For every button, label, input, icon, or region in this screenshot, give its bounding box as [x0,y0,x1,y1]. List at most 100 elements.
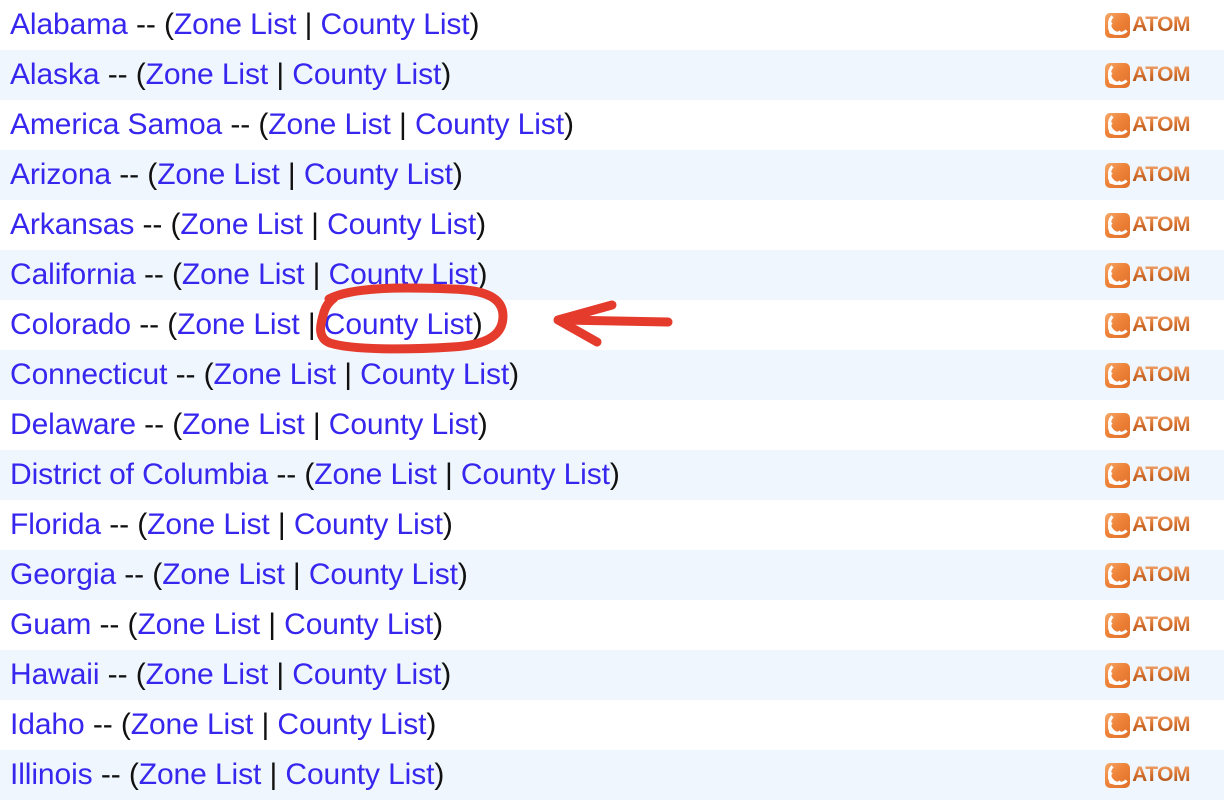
state-name-link[interactable]: America Samoa [10,108,222,141]
row-dash-separator: -- ( [134,208,181,241]
county-list-link[interactable]: County List [321,8,470,41]
county-list-link[interactable]: County List [284,608,433,641]
county-list-link[interactable]: County List [415,108,564,141]
zone-list-link[interactable]: Zone List [182,408,305,441]
atom-feed-link[interactable]: ATOM [1105,211,1190,238]
atom-feed-link[interactable]: ATOM [1105,11,1190,38]
county-list-link[interactable]: County List [294,508,443,541]
state-row-text: Illinois -- (Zone List | County List) [0,750,444,800]
state-name-link[interactable]: Alabama [10,8,128,41]
atom-label: ATOM [1132,513,1190,536]
state-name-link[interactable]: District of Columbia [10,458,268,491]
county-list-link[interactable]: County List [304,158,453,191]
zone-list-link[interactable]: Zone List [146,658,269,691]
county-list-link[interactable]: County List [324,308,473,341]
state-name-link[interactable]: Idaho [10,708,85,741]
zone-list-link[interactable]: Zone List [177,308,300,341]
row-dash-separator: -- ( [167,358,214,391]
state-name-link[interactable]: Hawaii [10,658,100,691]
atom-feed-cell: ATOM [1105,761,1190,788]
atom-feed-link[interactable]: ATOM [1105,661,1190,688]
atom-feed-link[interactable]: ATOM [1105,761,1190,788]
rss-feed-icon [1105,561,1132,588]
row-dash-separator: -- ( [135,408,183,441]
county-list-link[interactable]: County List [329,258,478,291]
county-list-link[interactable]: County List [327,208,476,241]
row-close-paren: ) [469,8,480,41]
zone-list-link[interactable]: Zone List [146,58,269,91]
atom-label: ATOM [1132,13,1190,36]
atom-label: ATOM [1132,763,1190,786]
zone-list-link[interactable]: Zone List [157,158,280,191]
atom-feed-link[interactable]: ATOM [1105,711,1190,738]
zone-list-link[interactable]: Zone List [139,758,262,791]
state-name-link[interactable]: Delaware [10,408,136,441]
atom-feed-cell: ATOM [1105,261,1190,288]
atom-feed-cell: ATOM [1105,11,1190,38]
atom-feed-link[interactable]: ATOM [1105,461,1190,488]
atom-feed-link[interactable]: ATOM [1105,311,1190,338]
state-name-link[interactable]: Georgia [10,558,116,591]
county-list-link[interactable]: County List [309,558,458,591]
row-dash-separator: -- ( [268,458,315,491]
atom-label: ATOM [1132,713,1190,736]
zone-list-link[interactable]: Zone List [174,8,297,41]
row-close-paren: ) [433,608,443,641]
rss-feed-icon [1105,311,1132,338]
table-row: Connecticut -- (Zone List | County List)… [0,350,1224,400]
zone-list-link[interactable]: Zone List [268,108,391,141]
county-list-link[interactable]: County List [461,458,610,491]
atom-feed-cell: ATOM [1105,711,1190,738]
row-pipe-separator: | [284,558,309,591]
county-list-link[interactable]: County List [329,408,478,441]
row-dash-separator: -- ( [116,558,163,591]
atom-feed-link[interactable]: ATOM [1105,111,1190,138]
state-name-link[interactable]: Colorado [10,308,131,341]
zone-list-link[interactable]: Zone List [314,458,437,491]
atom-feed-link[interactable]: ATOM [1105,511,1190,538]
state-name-link[interactable]: Guam [10,608,91,641]
county-list-link[interactable]: County List [292,58,441,91]
atom-feed-link[interactable]: ATOM [1105,561,1190,588]
rss-feed-icon [1105,361,1132,388]
zone-list-link[interactable]: Zone List [147,508,270,541]
atom-feed-link[interactable]: ATOM [1105,261,1190,288]
atom-feed-link[interactable]: ATOM [1105,61,1190,88]
row-pipe-separator: | [269,508,294,541]
zone-list-link[interactable]: Zone List [180,208,303,241]
row-close-paren: ) [476,208,486,241]
zone-list-link[interactable]: Zone List [131,708,254,741]
atom-feed-link[interactable]: ATOM [1105,161,1190,188]
rss-feed-icon [1105,711,1132,738]
zone-list-link[interactable]: Zone List [182,258,305,291]
row-close-paren: ) [441,58,452,91]
atom-label: ATOM [1132,363,1190,386]
atom-feed-cell: ATOM [1105,111,1190,138]
county-list-link[interactable]: County List [360,358,509,391]
atom-feed-link[interactable]: ATOM [1105,611,1190,638]
county-list-link[interactable]: County List [285,758,434,791]
county-list-link[interactable]: County List [277,708,426,741]
row-pipe-separator: | [302,208,328,241]
zone-list-link[interactable]: Zone List [213,358,336,391]
atom-feed-cell: ATOM [1105,561,1190,588]
state-row-text: Florida -- (Zone List | County List) [0,500,453,550]
county-list-link[interactable]: County List [292,658,441,691]
state-name-link[interactable]: Alaska [10,58,100,91]
atom-feed-link[interactable]: ATOM [1105,411,1190,438]
atom-feed-cell: ATOM [1105,161,1190,188]
state-name-link[interactable]: Connecticut [10,358,167,391]
atom-feed-link[interactable]: ATOM [1105,361,1190,388]
state-name-link[interactable]: California [10,258,136,291]
state-name-link[interactable]: Arizona [10,158,111,191]
zone-list-link[interactable]: Zone List [137,608,260,641]
table-row: Illinois -- (Zone List | County List) ATO… [0,750,1224,800]
atom-label: ATOM [1132,413,1190,436]
state-row-text: Colorado -- (Zone List | County List) [0,300,483,350]
zone-list-link[interactable]: Zone List [162,558,285,591]
state-name-link[interactable]: Arkansas [10,208,134,241]
atom-label: ATOM [1132,113,1190,136]
state-name-link[interactable]: Illinois [10,758,93,791]
state-name-link[interactable]: Florida [10,508,101,541]
rss-feed-icon [1105,761,1132,788]
